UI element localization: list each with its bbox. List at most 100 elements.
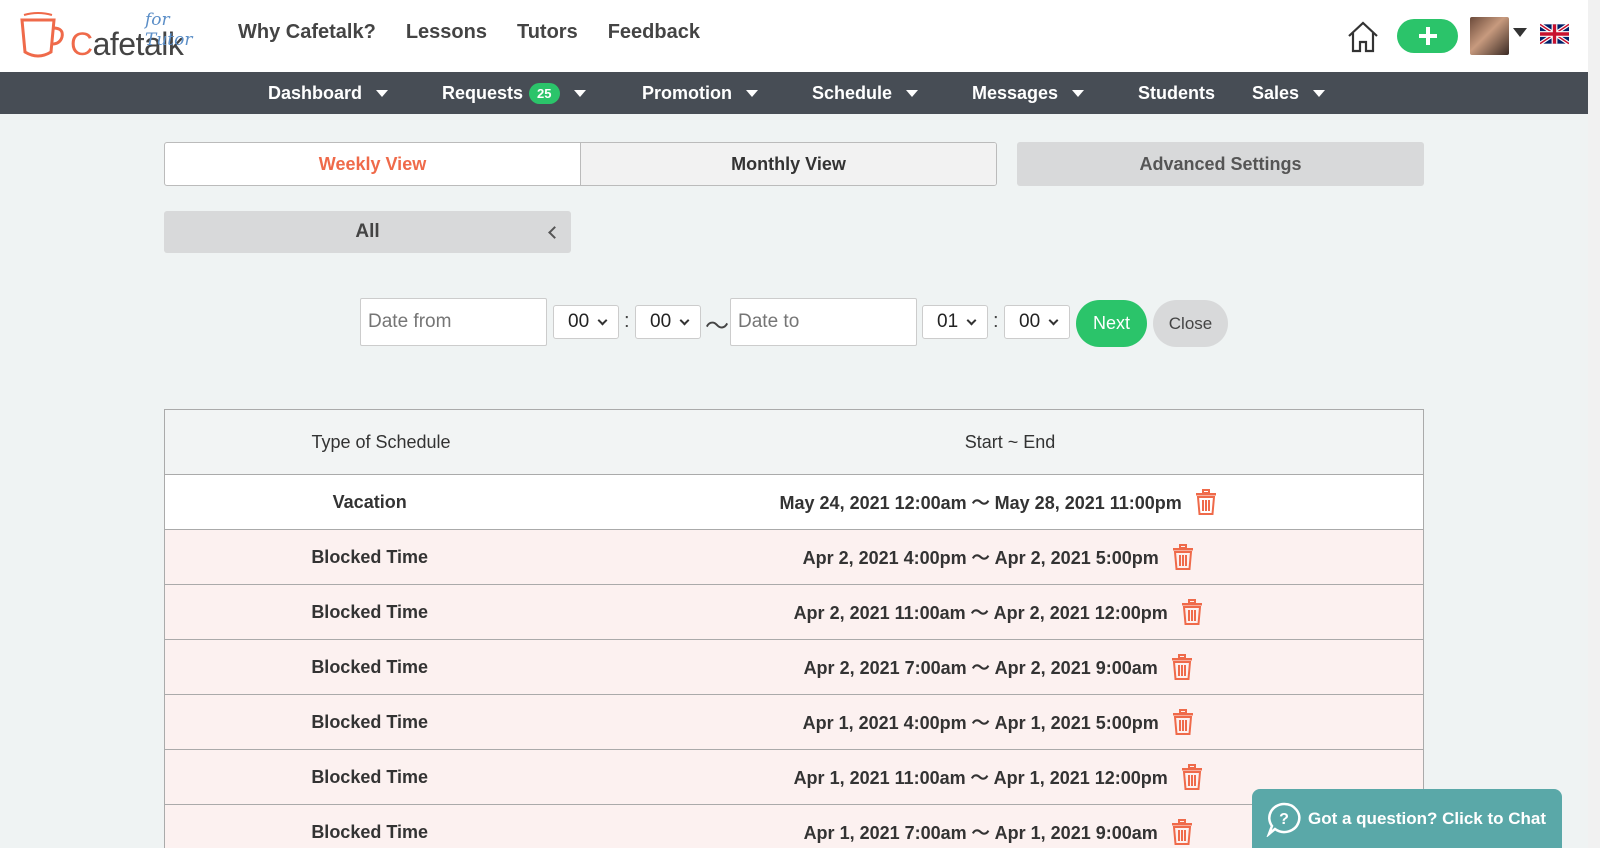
- menu-schedule[interactable]: Schedule: [812, 72, 919, 114]
- date-from-input[interactable]: [360, 298, 547, 346]
- range-tilde: 〜: [705, 313, 729, 340]
- to-minute-value: 00: [1019, 311, 1041, 332]
- schedule-type: Blocked Time: [311, 766, 429, 787]
- schedule-range: Apr 2, 2021 4:00pm 〜 Apr 2, 2021 5:00pm: [802, 548, 1159, 568]
- to-hour-value: 01: [937, 311, 959, 332]
- plus-icon: [1418, 27, 1437, 45]
- nav-tutors[interactable]: Tutors: [517, 21, 578, 44]
- caret-down-icon: [746, 89, 758, 97]
- menu-dashboard[interactable]: Dashboard: [268, 72, 389, 114]
- table-row: Blocked Time Apr 2, 2021 7:00am 〜 Apr 2, …: [165, 640, 1423, 695]
- requests-count-badge: 25: [529, 82, 560, 104]
- chevron-down-icon: [1048, 315, 1059, 326]
- to-minute-select[interactable]: 00: [1004, 305, 1070, 339]
- scrollbar[interactable]: [1588, 0, 1600, 848]
- close-button[interactable]: Close: [1153, 300, 1228, 347]
- uk-flag-icon[interactable]: [1540, 23, 1569, 45]
- schedule-type: Blocked Time: [311, 546, 429, 567]
- schedule-range: Apr 1, 2021 7:00am 〜 Apr 1, 2021 9:00am: [803, 823, 1158, 843]
- caret-down-icon: [573, 89, 586, 97]
- schedule-range-cell: Apr 2, 2021 7:00am 〜 Apr 2, 2021 9:00am: [574, 640, 1423, 694]
- caret-down-icon: [376, 89, 389, 97]
- caret-down-icon: [1072, 89, 1085, 97]
- schedule-range: Apr 1, 2021 11:00am 〜 Apr 1, 2021 12:00p…: [793, 768, 1168, 788]
- nav-lessons[interactable]: Lessons: [406, 21, 487, 44]
- from-hour-value: 00: [568, 311, 590, 332]
- cup-logo-icon: [20, 12, 64, 58]
- filter-label: All: [355, 221, 380, 242]
- next-button[interactable]: Next: [1076, 300, 1147, 347]
- to-hour-select[interactable]: 01: [922, 305, 988, 339]
- table-header: Type of Schedule Start ~ End: [165, 410, 1423, 475]
- view-tabs: Weekly View Monthly View: [164, 142, 997, 186]
- nav-why-cafetalk[interactable]: Why Cafetalk?: [238, 21, 376, 44]
- menu-messages[interactable]: Messages: [972, 72, 1085, 114]
- schedule-type: Blocked Time: [311, 601, 429, 622]
- svg-text:?: ?: [1279, 811, 1289, 828]
- tab-weekly-view[interactable]: Weekly View: [165, 143, 580, 185]
- from-minute-select[interactable]: 00: [635, 305, 701, 339]
- table-row: Blocked Time Apr 1, 2021 4:00pm 〜 Apr 1, …: [165, 695, 1423, 750]
- schedule-range: May 24, 2021 12:00am 〜 May 28, 2021 11:0…: [779, 493, 1182, 513]
- menu-requests[interactable]: Requests 25: [442, 72, 586, 114]
- schedule-type: Blocked Time: [311, 821, 429, 842]
- top-nav: Why Cafetalk? Lessons Tutors Feedback: [238, 21, 700, 44]
- schedule-type: Vacation: [332, 491, 407, 512]
- menu-dashboard-label: Dashboard: [268, 82, 363, 103]
- time-separator: :: [993, 310, 999, 332]
- menu-students[interactable]: Students: [1138, 72, 1215, 114]
- chevron-down-icon: [679, 315, 690, 326]
- caret-down-icon: [906, 89, 919, 97]
- header-type-of-schedule: Type of Schedule: [311, 431, 451, 452]
- schedule-type: Blocked Time: [311, 711, 429, 732]
- menu-sales-label: Sales: [1252, 82, 1300, 103]
- chat-label: Got a question? Click to Chat: [1308, 809, 1547, 828]
- chevron-down-icon: [597, 315, 608, 326]
- schedule-type-filter[interactable]: All: [164, 211, 571, 253]
- trash-icon[interactable]: [1194, 489, 1218, 515]
- tab-monthly-view[interactable]: Monthly View: [580, 143, 996, 185]
- menu-schedule-label: Schedule: [812, 82, 893, 103]
- trash-icon[interactable]: [1170, 819, 1194, 845]
- menu-sales[interactable]: Sales: [1252, 72, 1326, 114]
- menu-students-label: Students: [1138, 82, 1216, 103]
- header-start-end: Start ~ End: [964, 431, 1056, 452]
- table-row: Vacation May 24, 2021 12:00am 〜 May 28, 2…: [165, 475, 1423, 530]
- schedule-range-cell: May 24, 2021 12:00am 〜 May 28, 2021 11:0…: [574, 475, 1423, 529]
- trash-icon[interactable]: [1170, 654, 1194, 680]
- menu-requests-label: Requests: [442, 82, 524, 103]
- main-menu-bar: Dashboard Requests 25 Promotion Schedule …: [0, 72, 1588, 114]
- trash-icon[interactable]: [1171, 544, 1195, 570]
- caret-down-icon[interactable]: [1513, 28, 1527, 37]
- menu-promotion[interactable]: Promotion: [642, 72, 758, 114]
- schedule-type: Blocked Time: [311, 656, 429, 677]
- date-to-input[interactable]: [730, 298, 917, 346]
- cafetalk-logo[interactable]: Cafetalk for Tutor: [18, 10, 218, 62]
- schedule-range-cell: Apr 2, 2021 4:00pm 〜 Apr 2, 2021 5:00pm: [574, 530, 1423, 584]
- advanced-settings-button[interactable]: Advanced Settings: [1017, 142, 1424, 186]
- trash-icon[interactable]: [1171, 709, 1195, 735]
- from-minute-value: 00: [650, 311, 672, 332]
- table-body: Vacation May 24, 2021 12:00am 〜 May 28, 2…: [165, 475, 1423, 848]
- from-hour-select[interactable]: 00: [553, 305, 619, 339]
- trash-icon[interactable]: [1180, 599, 1204, 625]
- home-icon[interactable]: [1346, 20, 1380, 54]
- time-separator: :: [624, 310, 630, 332]
- schedule-range: Apr 1, 2021 4:00pm 〜 Apr 1, 2021 5:00pm: [802, 713, 1159, 733]
- avatar[interactable]: [1470, 17, 1509, 55]
- table-row: Blocked Time Apr 1, 2021 11:00am 〜 Apr 1,…: [165, 750, 1423, 805]
- top-header: Cafetalk for Tutor Why Cafetalk? Lessons…: [0, 0, 1600, 72]
- menu-messages-label: Messages: [972, 82, 1059, 103]
- menu-promotion-label: Promotion: [642, 82, 732, 103]
- schedule-range: Apr 2, 2021 7:00am 〜 Apr 2, 2021 9:00am: [803, 658, 1158, 678]
- schedule-range-cell: Apr 1, 2021 4:00pm 〜 Apr 1, 2021 5:00pm: [574, 695, 1423, 749]
- nav-feedback[interactable]: Feedback: [608, 21, 700, 44]
- schedule-range-cell: Apr 2, 2021 11:00am 〜 Apr 2, 2021 12:00p…: [574, 585, 1423, 639]
- chat-question-icon: ?: [1266, 802, 1301, 837]
- chevron-left-icon: [548, 226, 561, 239]
- table-row: Blocked Time Apr 2, 2021 11:00am 〜 Apr 2,…: [165, 585, 1423, 640]
- trash-icon[interactable]: [1180, 764, 1204, 790]
- table-row: Blocked Time Apr 1, 2021 7:00am 〜 Apr 1, …: [165, 805, 1423, 848]
- chat-widget[interactable]: ? Got a question? Click to Chat: [1252, 789, 1562, 848]
- add-button[interactable]: [1397, 19, 1458, 53]
